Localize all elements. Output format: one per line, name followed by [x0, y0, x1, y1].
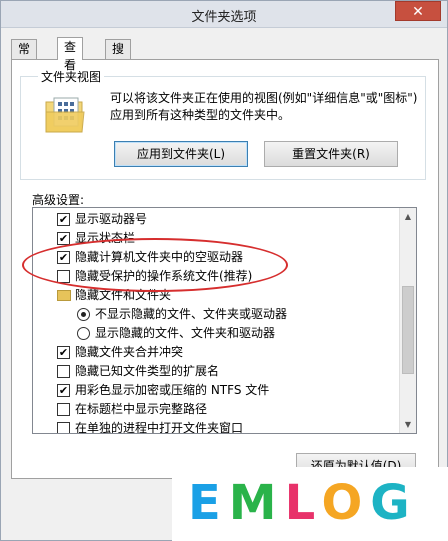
- folder-icon: [57, 290, 71, 301]
- apply-to-folders-button[interactable]: 应用到文件夹(L): [114, 141, 248, 167]
- checkbox[interactable]: [57, 365, 70, 378]
- tab-general[interactable]: 常规: [11, 39, 38, 74]
- watermark-letter: M: [228, 475, 285, 531]
- list-item-label: 显示驱动器号: [75, 212, 148, 226]
- list-item-label: 隐藏文件夹合并冲突: [75, 345, 184, 359]
- reset-folders-button[interactable]: 重置文件夹(R): [264, 141, 398, 167]
- scroll-up-arrow-icon[interactable]: ▲: [400, 208, 416, 225]
- list-item[interactable]: 在单独的进程中打开文件夹窗口: [33, 418, 401, 434]
- radio-button[interactable]: [77, 327, 90, 340]
- watermark-logo: EMLOG: [188, 475, 418, 531]
- list-item-label: 在单独的进程中打开文件夹窗口: [75, 421, 244, 434]
- list-item[interactable]: ✔ 隐藏文件夹合并冲突: [33, 342, 401, 362]
- watermark-letter: O: [321, 475, 371, 531]
- list-item[interactable]: 在标题栏中显示完整路径: [33, 399, 401, 419]
- list-item-label: 隐藏文件和文件夹: [75, 288, 172, 302]
- checkbox[interactable]: ✔: [57, 384, 70, 397]
- tab-search[interactable]: 搜索: [105, 39, 132, 74]
- watermark-letter: G: [370, 475, 418, 531]
- folder-view-icon: [45, 97, 85, 133]
- list-item[interactable]: 隐藏已知文件类型的扩展名: [33, 361, 401, 381]
- list-item[interactable]: ✔ 显示驱动器号: [33, 209, 401, 229]
- checkbox[interactable]: [57, 403, 70, 416]
- advanced-settings-label: 高级设置:: [32, 193, 85, 207]
- list-item-label: 用彩色显示加密或压缩的 NTFS 文件: [75, 383, 270, 397]
- list-item-label: 隐藏已知文件类型的扩展名: [75, 364, 220, 378]
- checkbox[interactable]: ✔: [57, 251, 70, 264]
- list-item[interactable]: ✔ 显示状态栏: [33, 228, 401, 248]
- list-item[interactable]: 隐藏受保护的操作系统文件(推荐): [33, 266, 401, 286]
- list-item-label: 在标题栏中显示完整路径: [75, 402, 208, 416]
- title-bar: 文件夹选项 ✕: [1, 1, 447, 28]
- scroll-down-arrow-icon[interactable]: ▼: [400, 416, 416, 433]
- checkbox[interactable]: ✔: [57, 213, 70, 226]
- list-item-label: 隐藏计算机文件夹中的空驱动器: [75, 250, 244, 264]
- checkbox[interactable]: [57, 270, 70, 283]
- list-item-label: 隐藏受保护的操作系统文件(推荐): [75, 269, 253, 283]
- list-item-label: 显示状态栏: [75, 231, 136, 245]
- list-item[interactable]: 显示隐藏的文件、文件夹和驱动器: [33, 323, 401, 343]
- list-item-label: 显示隐藏的文件、文件夹和驱动器: [95, 326, 276, 340]
- emlog-watermark: EMLOG: [172, 467, 448, 541]
- folder-view-description: 可以将该文件夹正在使用的视图(例如"详细信息"或"图标")应用到所有这种类型的文…: [110, 91, 418, 122]
- advanced-settings-list: ✔ 显示驱动器号 ✔ 显示状态栏 ✔ 隐藏计算机文件夹中的空驱动器 隐藏受保护的…: [32, 207, 417, 434]
- radio-button[interactable]: [77, 308, 90, 321]
- list-scrollbar[interactable]: ▲ ▼: [399, 208, 416, 433]
- list-item[interactable]: ✔ 隐藏计算机文件夹中的空驱动器: [33, 247, 401, 267]
- watermark-letter: E: [188, 475, 229, 531]
- close-button[interactable]: ✕: [395, 1, 441, 21]
- list-item: 隐藏文件和文件夹: [33, 285, 401, 305]
- tab-view[interactable]: 查看: [57, 37, 84, 72]
- checkbox[interactable]: [57, 422, 70, 433]
- checkbox[interactable]: ✔: [57, 346, 70, 359]
- watermark-letter: L: [284, 475, 322, 531]
- window-title: 文件夹选项: [191, 10, 257, 25]
- list-item-label: 不显示隐藏的文件、文件夹或驱动器: [95, 307, 288, 321]
- checkbox[interactable]: ✔: [57, 232, 70, 245]
- list-item[interactable]: ✔ 用彩色显示加密或压缩的 NTFS 文件: [33, 380, 401, 400]
- list-item[interactable]: 不显示隐藏的文件、文件夹或驱动器: [33, 304, 401, 324]
- scroll-thumb[interactable]: [402, 286, 414, 374]
